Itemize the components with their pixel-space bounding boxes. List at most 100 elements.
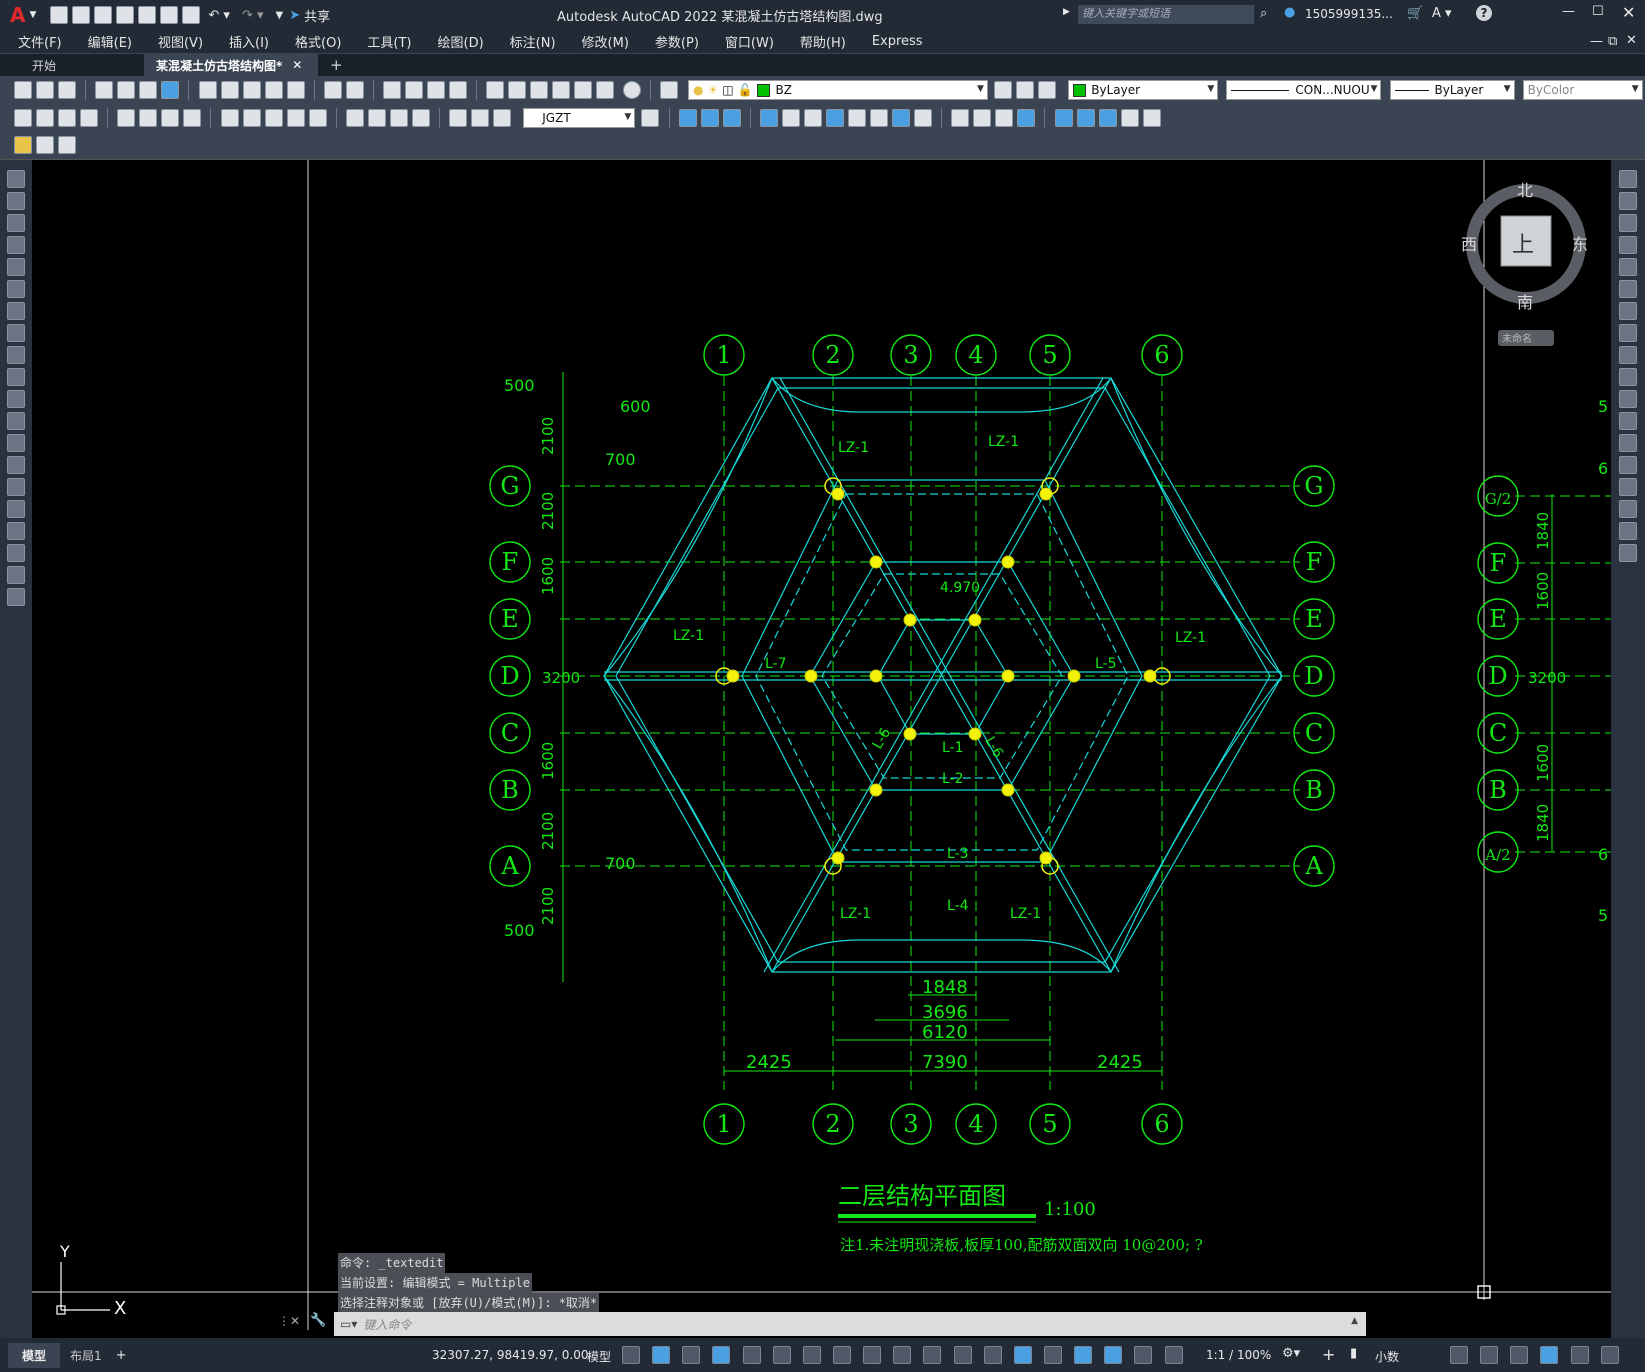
insert-block-icon[interactable] [7, 412, 25, 430]
array-icon[interactable] [1619, 258, 1637, 276]
baseline-icon[interactable] [242, 109, 261, 127]
paste-icon[interactable] [242, 81, 261, 99]
layer-on-icon[interactable]: ● [693, 83, 703, 97]
open-file-icon[interactable] [72, 6, 91, 24]
model-space-toggle[interactable]: 模型 [587, 1348, 611, 1365]
inspect-icon[interactable] [389, 109, 408, 127]
aligned-dim-icon[interactable] [36, 109, 54, 127]
command-line-handle-icon[interactable]: ⋮✕ [278, 1314, 300, 1328]
polygon-icon[interactable] [7, 236, 25, 254]
expand-arrow-icon[interactable]: ▶ [1063, 7, 1070, 17]
isolate-objects-icon[interactable] [1510, 1346, 1529, 1364]
pan-icon[interactable] [383, 81, 402, 99]
spline-icon[interactable] [7, 346, 25, 364]
menu-parameter[interactable]: 参数(P) [655, 32, 699, 51]
text-style-dropdown[interactable]: JGZT ▼ [523, 108, 636, 128]
layer-dropdown[interactable]: ● ☀ ◫ 🔓 BZ ▼ [687, 80, 988, 100]
print-icon[interactable] [95, 81, 114, 99]
dim-space-icon[interactable] [286, 109, 305, 127]
command-input[interactable]: 键入命令 [363, 1316, 411, 1333]
layer-properties-icon[interactable] [659, 81, 678, 99]
modify-13-icon[interactable] [973, 109, 992, 127]
menu-modify[interactable]: 修改(M) [582, 32, 629, 51]
scale-icon[interactable] [1619, 324, 1637, 342]
workspace-gear-icon[interactable]: ⚙▾ [1282, 1346, 1300, 1361]
calculator-icon[interactable] [596, 81, 615, 99]
copy-icon[interactable] [220, 81, 239, 99]
table-icon[interactable] [7, 544, 25, 562]
units-icon[interactable]: ▮ [1350, 1346, 1357, 1361]
dim-style-icon[interactable] [641, 109, 660, 127]
modify-11-icon[interactable] [913, 109, 932, 127]
menu-dimension[interactable]: 标注(N) [510, 32, 556, 51]
command-prompt-icon[interactable]: ▭▾ [340, 1317, 357, 1331]
layer-match-icon[interactable] [1016, 81, 1035, 99]
tool-palette-icon[interactable] [530, 81, 549, 99]
command-history-arrow-icon[interactable]: ▲ [1351, 1316, 1358, 1326]
continue-icon[interactable] [264, 109, 283, 127]
redo-icon[interactable]: ↷ ▾ [242, 8, 264, 23]
diameter-icon[interactable] [161, 109, 180, 127]
construction-line-icon[interactable] [7, 192, 25, 210]
modify-10-icon[interactable] [891, 109, 910, 127]
ordinate-icon[interactable] [80, 109, 98, 127]
search-icon[interactable]: ⌕ [1260, 6, 1267, 21]
autocad-logo-icon[interactable]: A [10, 3, 25, 27]
properties-icon[interactable] [486, 81, 505, 99]
help-icon-2[interactable] [622, 81, 641, 99]
menu-tools[interactable]: 工具(T) [367, 32, 411, 51]
layer-previous-icon[interactable] [1038, 81, 1057, 99]
join-icon[interactable] [1619, 456, 1637, 474]
search-field[interactable]: 键入关键字或短语 [1078, 5, 1254, 24]
rotate-icon[interactable] [1619, 302, 1637, 320]
plot-icon[interactable] [182, 6, 201, 24]
fillet-icon[interactable] [1619, 500, 1637, 518]
object-snap-tracking-icon[interactable] [832, 1346, 851, 1364]
extend-icon[interactable] [1619, 390, 1637, 408]
modify-2-icon[interactable] [700, 109, 719, 127]
dynamic-ucs-icon[interactable] [1013, 1346, 1032, 1364]
gizmo-icon[interactable] [1074, 1346, 1093, 1364]
blend-icon[interactable] [1619, 522, 1637, 540]
viewcube-east[interactable]: 东 [1572, 235, 1588, 254]
circle-icon[interactable] [7, 302, 25, 320]
break-at-point-icon[interactable] [1619, 412, 1637, 430]
rectangle-icon[interactable] [7, 258, 25, 276]
erase-icon[interactable] [1619, 170, 1637, 188]
annotation-monitor-icon[interactable]: + [1322, 1345, 1335, 1364]
grid-toggle-icon[interactable] [622, 1346, 640, 1364]
share-icon[interactable]: ➤ [289, 8, 300, 23]
linear-dim-icon[interactable] [14, 109, 32, 127]
tool-c-icon[interactable] [58, 136, 76, 154]
modify-19-icon[interactable] [1120, 109, 1139, 127]
save-icon[interactable] [94, 6, 113, 24]
close-icon[interactable]: ✕ [1622, 3, 1635, 22]
customize-status-icon[interactable] [1600, 1346, 1619, 1364]
modify-18-icon[interactable] [1098, 109, 1117, 127]
arc-icon[interactable] [7, 280, 25, 298]
explode-icon[interactable] [1619, 544, 1637, 562]
quick-dim-icon[interactable] [220, 109, 239, 127]
modify-4-icon[interactable] [759, 109, 778, 127]
viewcube-west[interactable]: 西 [1461, 235, 1477, 254]
modify-5-icon[interactable] [781, 109, 800, 127]
viewcube-north[interactable]: 北 [1517, 181, 1533, 200]
doc-restore-icon[interactable]: ⧉ [1608, 34, 1617, 49]
new-file-icon[interactable] [50, 6, 69, 24]
plotstyle-dropdown[interactable]: ByColor ▼ [1522, 80, 1643, 100]
customize-chevron-icon[interactable]: ▼ [276, 10, 284, 21]
open-web-icon[interactable] [138, 6, 157, 24]
center-mark-icon[interactable] [367, 109, 386, 127]
viewcube-face-label[interactable]: 上 [1512, 233, 1534, 258]
customize-command-icon[interactable]: 🔧 [310, 1313, 326, 1328]
annotation-visibility-icon[interactable] [1104, 1346, 1123, 1364]
viewcube-south[interactable]: 南 [1517, 293, 1533, 312]
3d-dwf-icon[interactable] [161, 81, 180, 99]
menu-help[interactable]: 帮助(H) [800, 32, 846, 51]
modify-17-icon[interactable] [1076, 109, 1095, 127]
modify-7-icon[interactable] [825, 109, 844, 127]
menu-edit[interactable]: 编辑(E) [88, 32, 132, 51]
modify-20-icon[interactable] [1142, 109, 1161, 127]
dim-break-icon[interactable] [308, 109, 327, 127]
infer-constraints-icon[interactable] [682, 1346, 701, 1364]
